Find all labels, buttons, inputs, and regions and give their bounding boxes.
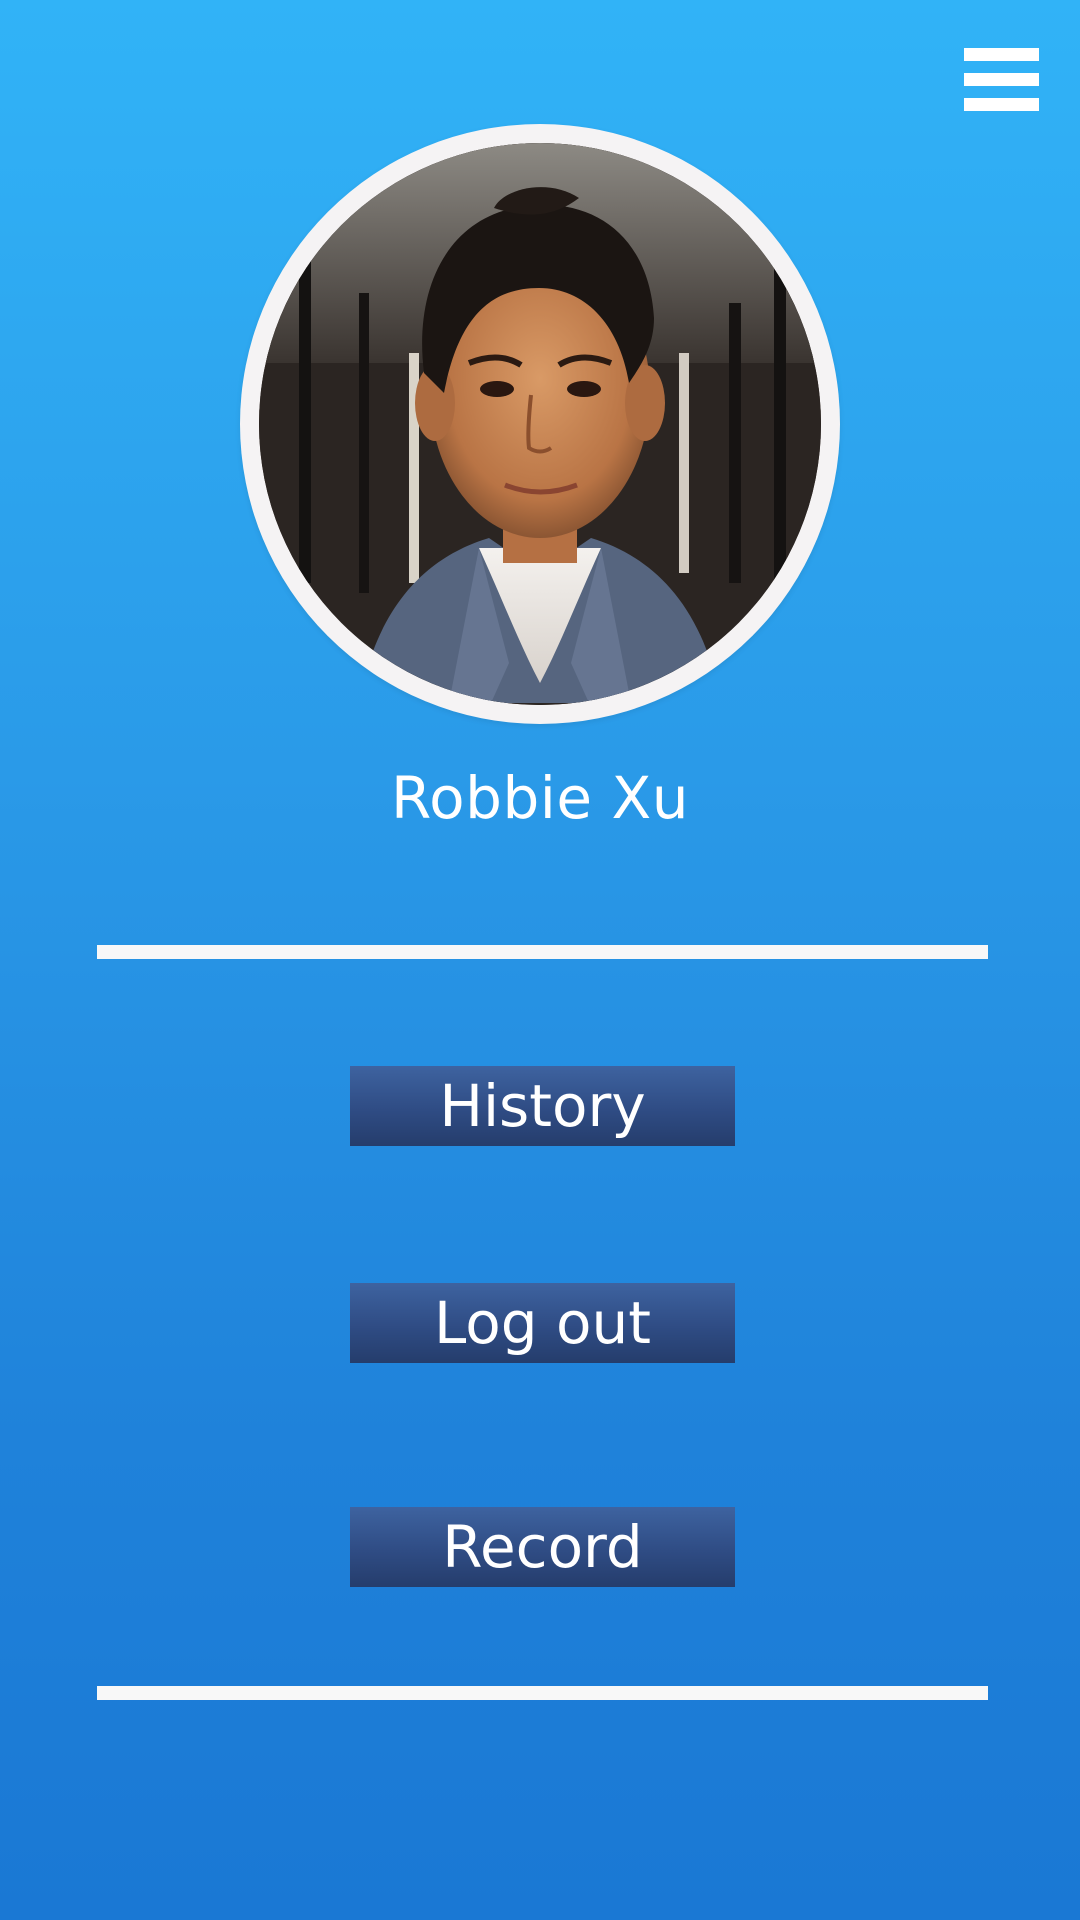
avatar-frame xyxy=(240,124,840,724)
history-button[interactable]: History xyxy=(350,1066,735,1146)
log-out-button[interactable]: Log out xyxy=(350,1283,735,1363)
profile-name: Robbie Xu xyxy=(390,764,690,832)
menu-icon-bar xyxy=(964,98,1039,111)
profile-photo-icon xyxy=(259,143,821,705)
divider-bottom xyxy=(97,1686,988,1700)
record-button[interactable]: Record xyxy=(350,1507,735,1587)
menu-button[interactable] xyxy=(964,48,1039,112)
menu-icon-bar xyxy=(964,48,1039,61)
avatar xyxy=(259,143,821,705)
divider-top xyxy=(97,945,988,959)
menu-icon-bar xyxy=(964,73,1039,86)
